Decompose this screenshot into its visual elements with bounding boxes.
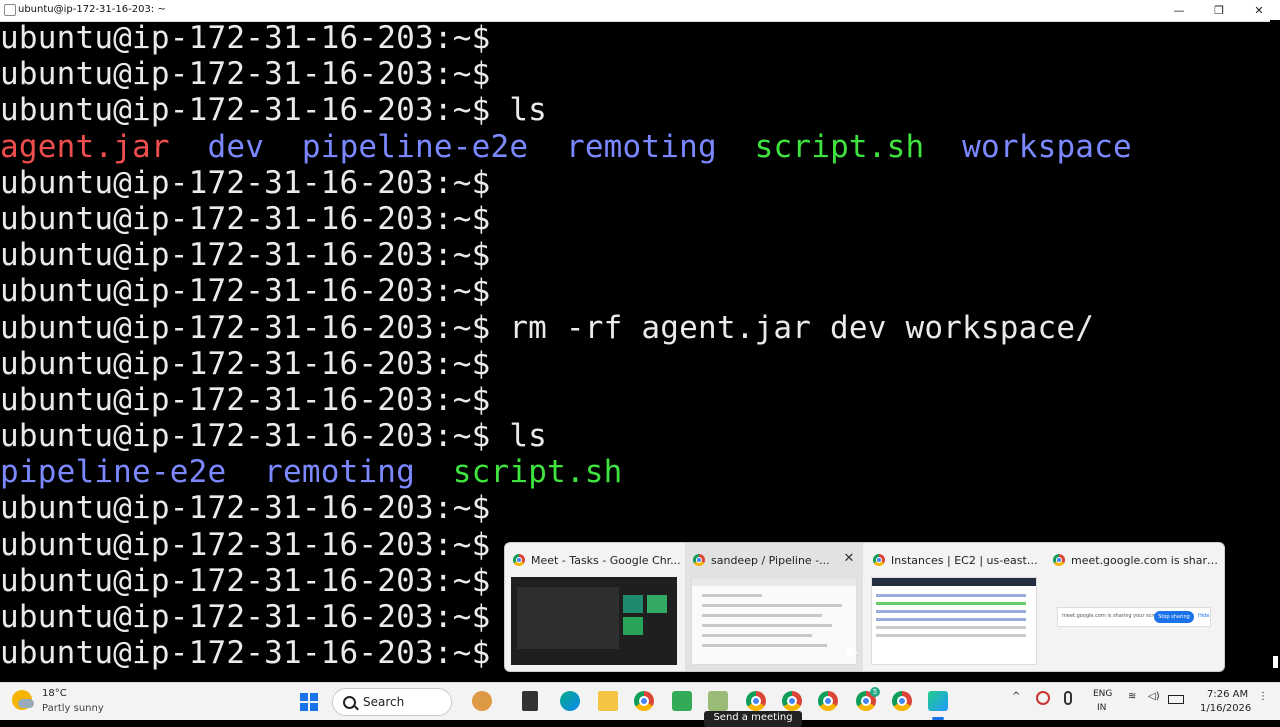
preview-title: Instances | EC2 | us-east-1...	[891, 554, 1041, 567]
notification-badge: 5	[870, 687, 880, 697]
terminal-line: ubuntu@ip-172-31-16-203:~$	[0, 490, 491, 527]
battery-icon[interactable]	[1168, 695, 1184, 704]
file-entry: remoting	[264, 454, 416, 491]
preview-thumbnail	[691, 577, 857, 665]
scrollbar-thumb[interactable]	[1273, 656, 1278, 668]
preview-title: sandeep / Pipeline -...	[711, 554, 830, 567]
wifi-icon[interactable]: ≋	[1128, 691, 1136, 702]
preview-thumbnail	[511, 577, 677, 665]
weather-description[interactable]: Partly sunny	[42, 703, 104, 714]
file-entry: agent.jar	[0, 128, 170, 165]
chrome-profile-icon[interactable]	[818, 691, 838, 711]
search-label: Search	[363, 695, 405, 709]
terminal-scrollbar[interactable]	[1270, 20, 1280, 682]
preview-meet-tasks[interactable]: Meet - Tasks - Google Chr...	[505, 543, 683, 671]
window-title: ubuntu@ip-172-31-16-203: ~	[18, 4, 166, 15]
file-entry: remoting	[565, 128, 717, 165]
preview-thumbnail	[871, 577, 1037, 665]
terminal-line: ubuntu@ip-172-31-16-203:~$	[0, 237, 491, 274]
chevron-up-icon[interactable]: ^	[1012, 691, 1020, 702]
preview-meet-sharing[interactable]: meet.google.com is sharin... meet.google…	[1045, 543, 1223, 671]
terminal-line: ubuntu@ip-172-31-16-203:~$ ls	[0, 418, 548, 455]
clock-time[interactable]: 7:26 AM	[1207, 689, 1248, 700]
windows-start-icon[interactable]	[300, 693, 318, 711]
preview-thumbnail: meet.google.com is sharing your screen. …	[1051, 577, 1217, 665]
terminal-line: agent.jar dev pipeline-e2e remoting scri…	[0, 129, 1270, 165]
app-icon[interactable]	[928, 691, 948, 711]
file-entry: script.sh	[754, 128, 925, 165]
chrome-profile-icon[interactable]	[746, 691, 766, 711]
chrome-profile-icon[interactable]	[892, 691, 912, 711]
preview-title: meet.google.com is sharin...	[1071, 554, 1221, 567]
share-notification-bar: meet.google.com is sharing your screen. …	[1057, 607, 1211, 627]
chrome-icon	[693, 554, 705, 566]
pepper-app-icon[interactable]	[472, 691, 492, 711]
microphone-icon[interactable]	[1064, 691, 1072, 705]
chrome-profile-icon[interactable]: 5	[856, 687, 880, 711]
terminal-line: ubuntu@ip-172-31-16-203:~$	[0, 164, 491, 201]
preview-ec2-instances[interactable]: Instances | EC2 | us-east-1...	[865, 543, 1043, 671]
security-icon[interactable]	[1036, 691, 1050, 705]
app-icon[interactable]	[522, 691, 538, 711]
chrome-icon[interactable]	[634, 691, 654, 711]
language-indicator[interactable]: ENG	[1093, 689, 1112, 699]
volume-icon[interactable]: ◁)	[1148, 691, 1160, 702]
taskbar: 18°C Partly sunny Search 5 ^ ENG IN ≋ ◁)…	[0, 682, 1280, 720]
minimize-button[interactable]: —	[1160, 2, 1198, 20]
taskbar-preview-popup: Meet - Tasks - Google Chr... sandeep / P…	[504, 542, 1225, 672]
share-notification-text: meet.google.com is sharing your screen.	[1062, 613, 1165, 619]
file-explorer-icon[interactable]	[598, 691, 618, 711]
terminal-line: ubuntu@ip-172-31-16-203:~$	[0, 381, 491, 418]
file-entry: script.sh	[452, 454, 623, 491]
maximize-button[interactable]: ❐	[1200, 2, 1238, 20]
chrome-icon	[873, 554, 885, 566]
notifications-icon[interactable]: ⋮	[1258, 691, 1268, 702]
close-button[interactable]: ✕	[1240, 2, 1278, 20]
terminal-line: ubuntu@ip-172-31-16-203:~$ ls	[0, 92, 548, 129]
file-entry: pipeline-e2e	[0, 454, 227, 491]
remote-desktop-icon[interactable]	[672, 691, 692, 711]
chrome-profile-icon[interactable]	[782, 691, 802, 711]
file-entry: dev	[207, 128, 265, 165]
file-entry: pipeline-e2e	[301, 128, 529, 165]
weather-temperature[interactable]: 18°C	[42, 688, 67, 699]
terminal-line: ubuntu@ip-172-31-16-203:~$	[0, 273, 491, 310]
region-indicator[interactable]: IN	[1097, 703, 1106, 713]
file-entry: workspace	[962, 128, 1132, 165]
terminal-line: ubuntu@ip-172-31-16-203:~$	[0, 56, 491, 93]
clock-date[interactable]: 1/16/2026	[1200, 703, 1251, 714]
terminal-line: ubuntu@ip-172-31-16-203:~$	[0, 200, 491, 237]
weather-partly-sunny-icon[interactable]	[12, 690, 34, 710]
terminal-line: pipeline-e2e remoting script.sh	[0, 454, 1270, 490]
window-title-bar: ubuntu@ip-172-31-16-203: ~ — ❐ ✕	[0, 0, 1280, 22]
taskbar-tooltip: Send a meeting	[704, 711, 802, 727]
chrome-icon	[513, 554, 525, 566]
preview-close-icon[interactable]: ✕	[841, 551, 857, 567]
terminal-line: ubuntu@ip-172-31-16-203:~$	[0, 20, 491, 56]
hide-button[interactable]: Hide	[1198, 613, 1209, 619]
preview-title: Meet - Tasks - Google Chr...	[531, 554, 681, 567]
app-icon[interactable]	[708, 691, 728, 711]
terminal-app-icon	[4, 4, 16, 16]
taskbar-search[interactable]: Search	[332, 688, 452, 716]
stop-sharing-button[interactable]: Stop sharing	[1154, 611, 1194, 623]
edge-browser-icon[interactable]	[560, 691, 580, 711]
search-icon	[343, 696, 356, 709]
preview-pipeline[interactable]: sandeep / Pipeline -... ✕	[685, 543, 863, 671]
chrome-icon	[1053, 554, 1065, 566]
terminal-line: ubuntu@ip-172-31-16-203:~$ rm -rf agent.…	[0, 309, 1095, 346]
terminal-line: ubuntu@ip-172-31-16-203:~$	[0, 345, 491, 382]
